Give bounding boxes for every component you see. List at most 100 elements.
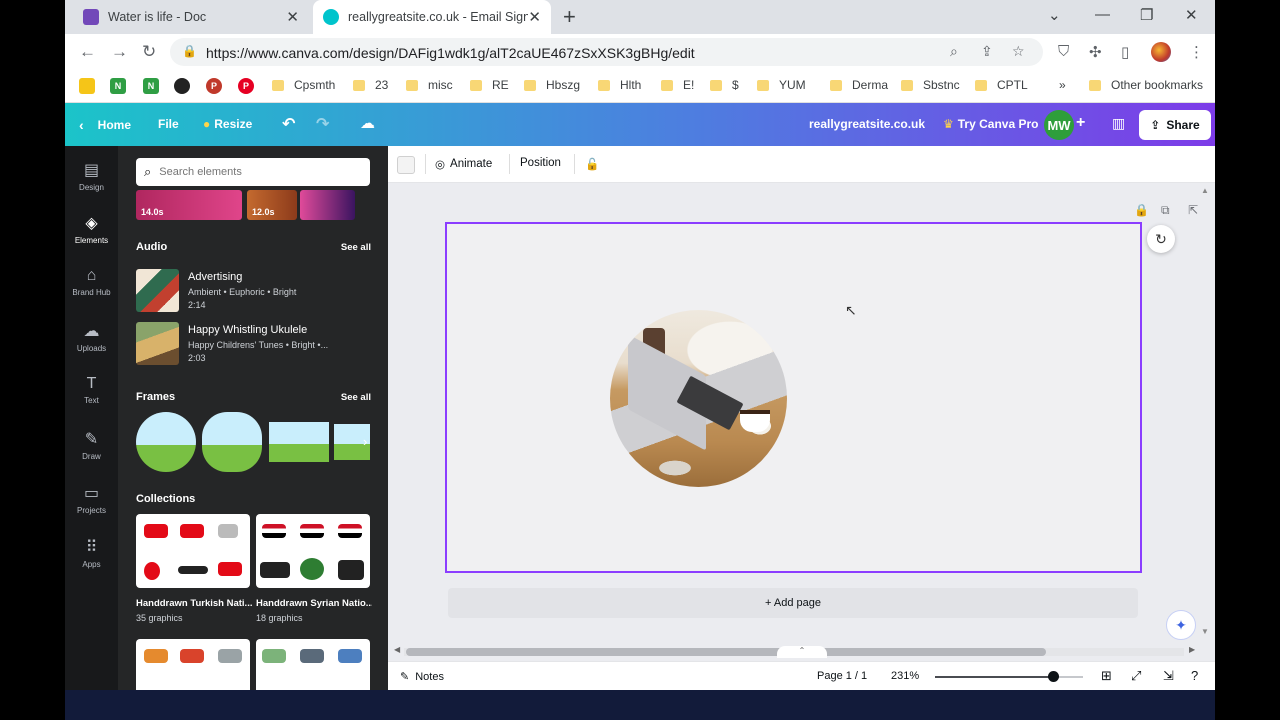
page-center-handle[interactable]: ⌃: [777, 646, 827, 658]
shield-extension-icon[interactable]: ⛉: [1058, 43, 1069, 60]
bookmark-folder[interactable]: RE: [470, 78, 509, 92]
bookmark-folder[interactable]: E!: [661, 78, 694, 92]
forward-arrow-icon[interactable]: →: [111, 42, 128, 62]
video-thumbnail[interactable]: [300, 190, 355, 220]
zoom-slider-knob[interactable]: [1048, 671, 1060, 682]
circular-photo-laptop[interactable]: [610, 310, 787, 487]
rail-text[interactable]: T Text: [65, 375, 118, 405]
scroll-down-arrow-icon[interactable]: ▼: [1201, 627, 1209, 636]
tab-search-chevron-icon[interactable]: ⌄: [1048, 6, 1061, 24]
chrome-menu-icon[interactable]: ⋮: [1189, 43, 1204, 61]
file-menu-button[interactable]: File: [158, 117, 179, 131]
position-button[interactable]: Position: [520, 157, 561, 169]
resize-button[interactable]: ● Resize: [203, 117, 252, 131]
search-input[interactable]: [159, 166, 350, 178]
collection-card-syrian[interactable]: [256, 514, 370, 588]
invite-plus-icon[interactable]: +: [1076, 114, 1085, 132]
add-page-button[interactable]: + Add page: [448, 588, 1138, 618]
cloud-save-icon[interactable]: ☁: [360, 114, 375, 132]
bookmark-favicon[interactable]: [174, 78, 190, 94]
new-tab-plus-icon[interactable]: +: [563, 4, 576, 30]
extensions-puzzle-icon[interactable]: ✣: [1089, 43, 1102, 61]
bookmark-folder[interactable]: misc: [406, 78, 453, 92]
animate-button[interactable]: ◎ Animate: [435, 157, 492, 171]
audio-track[interactable]: Advertising Ambient • Euphoric • Bright …: [136, 269, 376, 313]
vertical-scrollbar[interactable]: ▲ ▼: [1201, 186, 1211, 636]
bookmark-favicon[interactable]: [79, 78, 95, 94]
rail-projects[interactable]: ▭ Projects: [65, 483, 118, 515]
minimize-icon[interactable]: —: [1095, 6, 1110, 23]
bookmark-favicon[interactable]: N: [110, 78, 126, 94]
rail-elements[interactable]: ◈ Elements: [65, 213, 118, 245]
more-bookmarks-chevron-icon[interactable]: »: [1059, 78, 1066, 92]
frames-see-all-link[interactable]: See all: [341, 392, 371, 403]
grid-view-icon[interactable]: ⊞: [1101, 668, 1112, 684]
lock-icon[interactable]: 🔓: [585, 157, 599, 171]
rail-design[interactable]: ▤ Design: [65, 160, 118, 192]
reload-icon[interactable]: ↻: [142, 42, 156, 62]
bookmark-folder[interactable]: $: [710, 78, 739, 92]
rail-uploads[interactable]: ☁ Uploads: [65, 321, 118, 353]
home-button[interactable]: ‹ Home: [79, 117, 131, 133]
frame-scalloped[interactable]: [202, 412, 262, 472]
audio-see-all-link[interactable]: See all: [341, 242, 371, 253]
bookmark-folder[interactable]: YUM: [757, 78, 806, 92]
rail-apps[interactable]: ⠿ Apps: [65, 537, 118, 569]
frame-circle[interactable]: [136, 412, 196, 472]
lock-page-icon[interactable]: 🔒: [1134, 203, 1149, 217]
fullscreen-icon[interactable]: ⤢: [1131, 668, 1141, 684]
duplicate-page-icon[interactable]: ⧉: [1161, 203, 1170, 218]
scroll-left-arrow-icon[interactable]: ◀: [394, 645, 400, 654]
bookmark-folder[interactable]: Derma: [830, 78, 888, 92]
rail-brand-hub[interactable]: ⌂ Brand Hub: [65, 267, 118, 297]
bookmark-favicon[interactable]: P: [238, 78, 254, 94]
frames-next-chevron-icon[interactable]: ›: [363, 434, 367, 449]
frame-wave[interactable]: [269, 422, 329, 462]
page-indicator[interactable]: Page 1 / 1: [817, 670, 867, 682]
search-elements-field[interactable]: ⌕: [136, 158, 370, 186]
scroll-thumb[interactable]: [406, 648, 1046, 656]
bookmark-favicon[interactable]: N: [143, 78, 159, 94]
notes-button[interactable]: ✎ Notes: [400, 670, 444, 684]
share-page-icon[interactable]: ⇪: [981, 43, 993, 60]
analytics-chart-icon[interactable]: ▥: [1112, 115, 1125, 132]
bookmark-folder[interactable]: Hlth: [598, 78, 641, 92]
profile-avatar[interactable]: [1151, 42, 1171, 62]
scroll-up-arrow-icon[interactable]: ▲: [1201, 186, 1209, 195]
undo-icon[interactable]: ↶: [282, 114, 295, 134]
bookmark-folder[interactable]: Cpsmth: [272, 78, 335, 92]
video-thumbnail[interactable]: 14.0s: [136, 190, 242, 220]
audio-track[interactable]: Happy Whistling Ukulele Happy Childrens'…: [136, 322, 376, 366]
design-title[interactable]: reallygreatsite.co.uk: [809, 117, 925, 131]
other-bookmarks-folder[interactable]: Other bookmarks: [1089, 78, 1203, 92]
bookmark-favicon[interactable]: P: [206, 78, 222, 94]
add-page-export-icon[interactable]: ⇱: [1188, 203, 1198, 217]
tab-docs[interactable]: Water is life - Doc ✕: [73, 0, 309, 34]
user-avatar[interactable]: MW: [1044, 110, 1074, 140]
try-canva-pro-button[interactable]: ♛ Try Canva Pro: [943, 117, 1038, 131]
bookmark-folder[interactable]: 23: [353, 78, 388, 92]
collection-card[interactable]: [256, 639, 370, 690]
url-field[interactable]: 🔒 https://www.canva.com/design/DAFig1wdk…: [170, 38, 1043, 66]
maximize-icon[interactable]: ❐: [1140, 6, 1153, 24]
collection-card-turkish[interactable]: [136, 514, 250, 588]
help-icon[interactable]: ?: [1191, 668, 1198, 683]
close-tab-icon[interactable]: ✕: [528, 8, 541, 26]
video-thumbnail[interactable]: 12.0s: [247, 190, 297, 220]
magic-assistant-icon[interactable]: ✦: [1166, 610, 1196, 640]
side-panel-icon[interactable]: ▯: [1121, 43, 1129, 61]
redo-icon[interactable]: ↷: [316, 114, 329, 134]
bookmark-star-icon[interactable]: ☆: [1012, 43, 1025, 60]
scroll-right-arrow-icon[interactable]: ▶: [1189, 645, 1195, 654]
tab-canva[interactable]: reallygreatsite.co.uk - Email Signa ✕: [313, 0, 551, 34]
bookmark-folder[interactable]: CPTL: [975, 78, 1028, 92]
present-icon[interactable]: ⇲: [1163, 668, 1174, 684]
share-button[interactable]: ⇪ Share: [1139, 110, 1211, 140]
close-window-icon[interactable]: ✕: [1185, 6, 1198, 24]
collection-card[interactable]: [136, 639, 250, 690]
back-arrow-icon[interactable]: ←: [79, 42, 96, 62]
zoom-percent[interactable]: 231%: [891, 670, 919, 682]
rail-draw[interactable]: ✎ Draw: [65, 429, 118, 461]
design-canvas[interactable]: ↖: [445, 222, 1142, 573]
bookmark-folder[interactable]: Sbstnc: [901, 78, 960, 92]
